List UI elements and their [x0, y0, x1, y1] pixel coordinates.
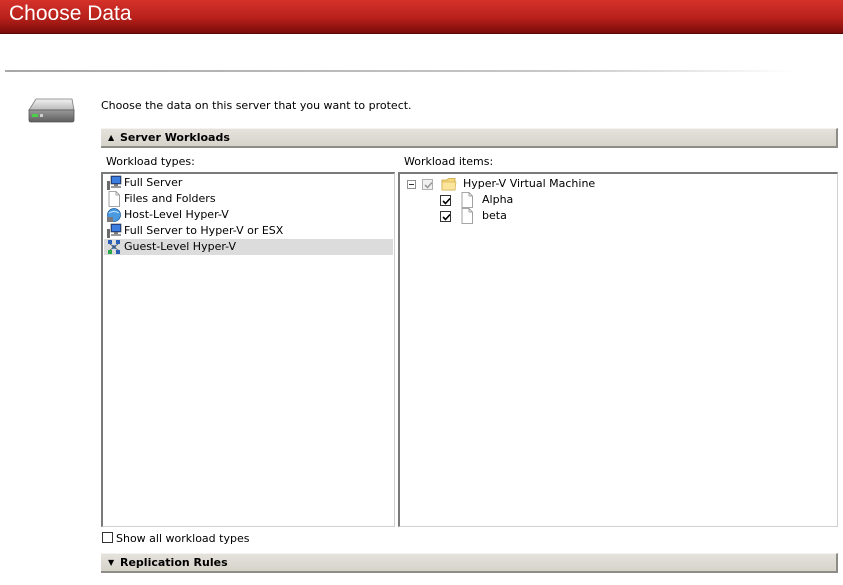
tree-node-label: beta — [482, 209, 507, 222]
tree-node-hyperv-virtual-machine[interactable]: Hyper-V Virtual Machine — [400, 176, 830, 192]
title-bar: Choose Data — [0, 0, 843, 34]
tree-node-beta[interactable]: beta — [400, 208, 830, 224]
list-item-guest-level-hyperv[interactable]: Guest-Level Hyper-V — [104, 239, 393, 255]
window-title: Choose Data — [9, 2, 132, 25]
separator-line — [5, 70, 795, 72]
list-item-label: Host-Level Hyper-V — [124, 208, 229, 221]
intro-text: Choose the data on this server that you … — [101, 99, 412, 112]
section-label: Replication Rules — [120, 556, 228, 569]
workload-types-label: Workload types: — [106, 155, 195, 168]
tree-node-label: Alpha — [482, 193, 514, 206]
expand-arrow-icon: ▼ — [108, 558, 115, 567]
workload-items-label: Workload items: — [404, 155, 494, 168]
hard-drive-icon — [26, 96, 76, 126]
list-item-label: Files and Folders — [124, 192, 216, 205]
workload-types-list[interactable]: Full Server Files and Folders Host-Level… — [101, 172, 395, 527]
file-icon — [459, 192, 475, 208]
workload-items-tree[interactable]: Hyper-V Virtual Machine Alpha beta — [398, 172, 838, 527]
checkbox-beta[interactable] — [440, 211, 451, 222]
hyperv-guest-icon — [106, 239, 122, 255]
server-workloads-header[interactable]: ▲ Server Workloads — [101, 128, 838, 148]
checkbox-hyperv-virtual-machine[interactable] — [422, 179, 433, 190]
hyperv-host-icon — [106, 207, 122, 223]
server-icon — [106, 175, 122, 191]
replication-rules-header[interactable]: ▼ Replication Rules — [101, 553, 838, 573]
list-item-full-server[interactable]: Full Server — [104, 175, 393, 191]
tree-collapse-toggle[interactable] — [407, 180, 416, 189]
list-item-files-and-folders[interactable]: Files and Folders — [104, 191, 393, 207]
show-all-checkbox[interactable] — [102, 532, 113, 543]
collapse-arrow-icon: ▲ — [108, 133, 115, 142]
list-item-label: Full Server — [124, 176, 183, 189]
list-item-full-server-to-hyperv-or-esx[interactable]: Full Server to Hyper-V or ESX — [104, 223, 393, 239]
section-label: Server Workloads — [120, 131, 230, 144]
checkbox-alpha[interactable] — [440, 195, 451, 206]
list-item-label: Full Server to Hyper-V or ESX — [124, 224, 284, 237]
folder-icon — [441, 176, 457, 192]
show-all-label: Show all workload types — [116, 532, 250, 545]
file-icon — [459, 208, 475, 224]
server-icon — [106, 223, 122, 239]
tree-node-label: Hyper-V Virtual Machine — [463, 177, 596, 190]
tree-node-alpha[interactable]: Alpha — [400, 192, 830, 208]
list-item-host-level-hyperv[interactable]: Host-Level Hyper-V — [104, 207, 393, 223]
list-item-label: Guest-Level Hyper-V — [124, 240, 237, 253]
file-icon — [106, 191, 122, 207]
